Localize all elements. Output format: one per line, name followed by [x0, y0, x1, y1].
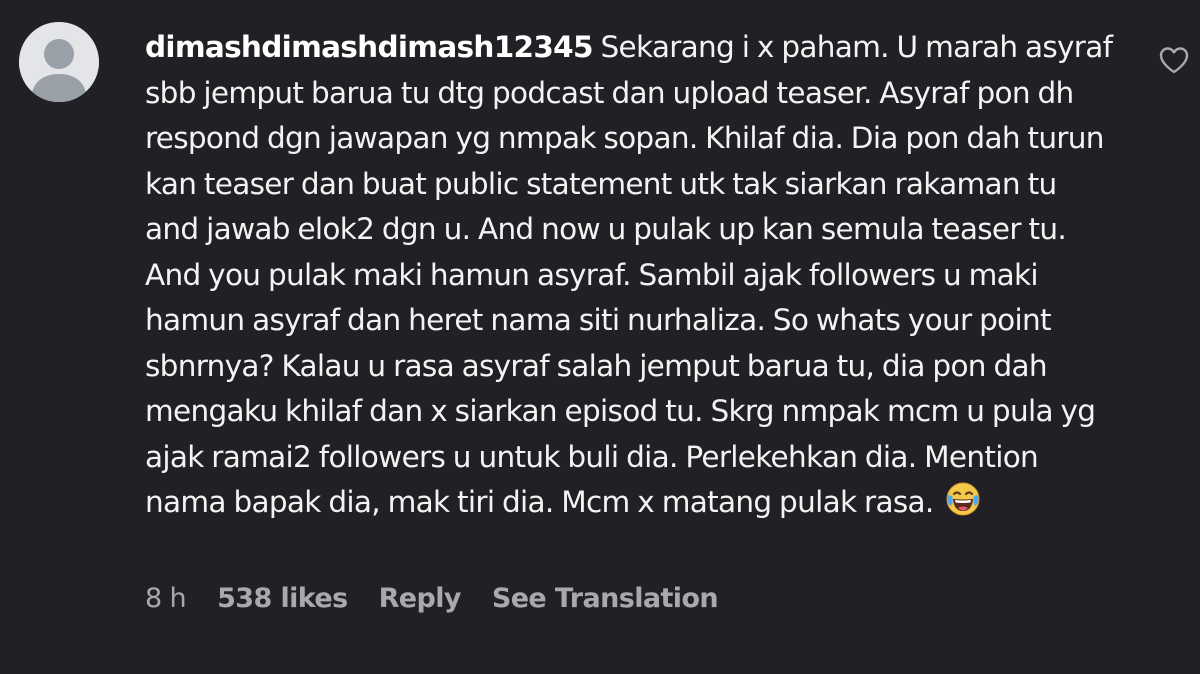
- laughing-tears-emoji-icon: [946, 482, 980, 516]
- reply-button[interactable]: Reply: [379, 583, 462, 614]
- avatar[interactable]: [19, 22, 99, 102]
- comment-text-block: dimashdimashdimash12345 Sekarang i x pah…: [145, 25, 1115, 526]
- see-translation-button[interactable]: See Translation: [492, 583, 719, 614]
- likes-count-button[interactable]: 538 likes: [217, 583, 348, 614]
- heart-outline-icon: [1159, 47, 1189, 74]
- comment-text: Sekarang i x paham. U marah asyraf sbb j…: [145, 30, 1113, 519]
- like-button[interactable]: [1158, 45, 1190, 75]
- username-link[interactable]: dimashdimashdimash12345: [145, 30, 594, 64]
- default-avatar-icon: [19, 22, 99, 102]
- comment-time: 8 h: [145, 583, 187, 614]
- comment: dimashdimashdimash12345 Sekarang i x pah…: [0, 0, 1200, 674]
- comment-body: dimashdimashdimash12345 Sekarang i x pah…: [145, 25, 1115, 526]
- comment-meta: 8 h 538 likes Reply See Translation: [145, 583, 749, 614]
